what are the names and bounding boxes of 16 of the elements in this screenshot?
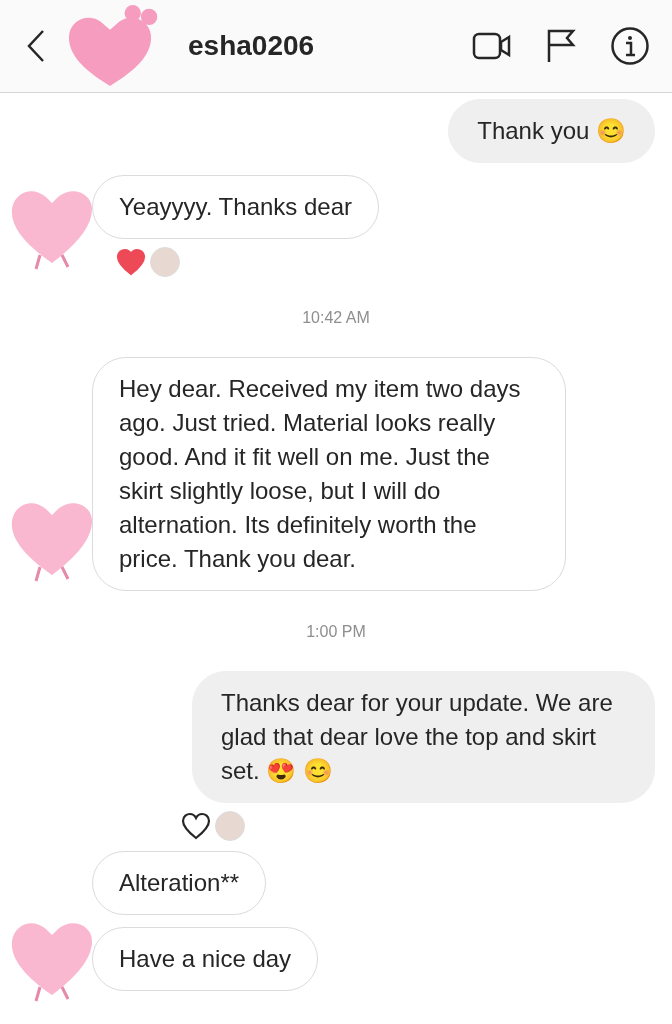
back-icon[interactable] <box>26 29 46 63</box>
avatar <box>215 811 245 841</box>
timestamp: 10:42 AM <box>301 309 371 327</box>
info-icon[interactable] <box>610 26 650 66</box>
message-bubble: Thanks dear for your update. We are glad that dear love the top and skirt set. 😍 😊 <box>192 671 655 803</box>
message-bubble: Have a nice day <box>92 927 319 991</box>
timestamp: 1:00 PM <box>305 623 367 641</box>
message-bubble: Alteration** <box>92 851 267 915</box>
message-bubble: Hey dear. Received my item two days ago. Just tried. Material looks really good. And it fit well on me. Just the skirt slightly loose, but I will do alternation. Its definitely worth the price. Thank you dear. <box>92 357 566 591</box>
video-camera-icon[interactable] <box>472 31 512 61</box>
flag-icon[interactable] <box>546 28 576 64</box>
heart-icon[interactable] <box>181 812 211 840</box>
username: esha0206 <box>188 30 315 62</box>
message-bubble: Yeayyyy. Thanks dear <box>92 175 380 239</box>
avatar <box>150 247 180 277</box>
message-bubble: Thank you 😊 <box>448 99 655 163</box>
